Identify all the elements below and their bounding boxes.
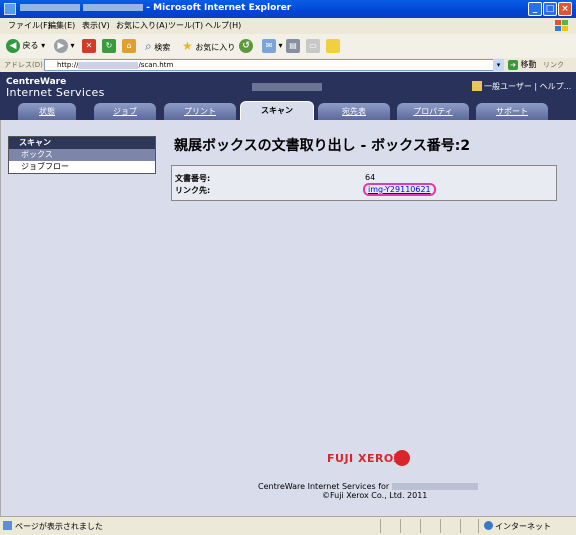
user-icon [472, 81, 482, 91]
tab-properties[interactable]: プロパティ [397, 103, 469, 120]
redacted-device-name [252, 83, 322, 91]
note-icon [326, 38, 340, 53]
search-button[interactable]: ⌕ 検索 [145, 38, 170, 54]
messenger-button[interactable] [326, 38, 340, 54]
menu-view[interactable]: 表示(V) [82, 20, 110, 31]
tab-scan[interactable]: スキャン [240, 101, 314, 120]
links-button[interactable]: リンク [543, 59, 564, 71]
document-info-panel: 文書番号: 64 リンク先: img-Y29110621 [171, 165, 557, 201]
doc-number-value: 64 [365, 173, 376, 182]
security-zone: インターネット [495, 522, 551, 531]
page-icon [3, 521, 12, 530]
star-icon: ★ [182, 39, 193, 53]
forward-button[interactable]: ▶ ▾ [54, 38, 75, 54]
tab-print[interactable]: プリント [164, 103, 236, 120]
refresh-button[interactable]: ↻ [102, 38, 116, 54]
status-message: ページが表示されました [15, 522, 103, 531]
status-divider [380, 519, 381, 533]
edit-icon: ▭ [306, 38, 320, 53]
menu-file[interactable]: ファイル(F) [8, 20, 51, 31]
redacted-text [20, 4, 80, 11]
footer-product-line: CentreWare Internet Services for [258, 482, 478, 491]
fuji-xerox-logo: FUJI XEROX [327, 452, 403, 465]
mail-icon: ✉ [262, 38, 276, 53]
address-label: アドレス(D) [4, 61, 43, 69]
stop-button[interactable]: ✕ [82, 38, 96, 54]
menu-favorites[interactable]: お気に入り(A) [116, 20, 168, 31]
document-link[interactable]: img-Y29110621 [363, 183, 436, 196]
close-button[interactable]: × [558, 2, 572, 16]
toolbar: ◀ 戻る ▾ ▶ ▾ ✕ ↻ ⌂ ⌕ 検索 ★ お気に入り ↺ ✉ ▾ ▤ ▭ [0, 34, 576, 59]
status-divider [440, 519, 441, 533]
print-icon: ▤ [286, 38, 300, 53]
window-titlebar[interactable]: - Microsoft Internet Explorer _ □ × [0, 0, 576, 18]
xerox-sphere-icon [394, 450, 410, 466]
tab-address-book[interactable]: 宛先表 [318, 103, 390, 120]
tab-jobs[interactable]: ジョブ [94, 103, 156, 120]
tab-support[interactable]: サポート [476, 103, 548, 120]
go-button[interactable]: ➔ 移動 [508, 59, 537, 71]
edit-button[interactable]: ▭ [306, 38, 320, 54]
link-label: リンク先: [175, 186, 211, 195]
status-bar: ページが表示されました インターネット [0, 516, 576, 535]
status-divider [460, 519, 461, 533]
windows-logo-icon [555, 20, 568, 31]
menu-help[interactable]: ヘルプ(H) [205, 20, 241, 31]
stop-icon: ✕ [82, 38, 96, 53]
back-arrow-icon: ◀ [6, 38, 20, 53]
status-divider [478, 519, 479, 533]
sidebar-heading: スキャン [9, 137, 155, 149]
logo-line2: Internet Services [6, 86, 105, 99]
tab-status[interactable]: 状態 [18, 103, 76, 120]
user-help-link[interactable]: 一般ユーザー | ヘルプ... [484, 81, 571, 92]
sidebar-menu: スキャン ボックス ジョブフロー [8, 136, 156, 174]
page-title: 親展ボックスの文書取り出し - ボックス番号:2 [174, 138, 471, 154]
redacted-text [83, 4, 144, 11]
home-button[interactable]: ⌂ [122, 38, 136, 54]
address-input[interactable]: http:///scan.htm [44, 59, 504, 71]
menu-edit[interactable]: 編集(E) [48, 20, 75, 31]
sidebar-item-box[interactable]: ボックス [9, 149, 155, 161]
minimize-button[interactable]: _ [528, 2, 542, 16]
go-arrow-icon: ➔ [508, 59, 518, 70]
redacted-text [391, 483, 478, 490]
status-divider [420, 519, 421, 533]
address-bar: アドレス(D) http:///scan.htm ▾ ➔ 移動 リンク [0, 58, 576, 73]
menu-bar: ファイル(F) 編集(E) 表示(V) お気に入り(A) ツール(T) ヘルプ(… [0, 18, 576, 35]
home-icon: ⌂ [122, 38, 136, 53]
back-button[interactable]: ◀ 戻る ▾ [6, 38, 45, 54]
refresh-icon: ↻ [102, 38, 116, 53]
address-dropdown-button[interactable]: ▾ [493, 59, 504, 71]
maximize-button[interactable]: □ [543, 2, 557, 16]
status-divider [400, 519, 401, 533]
doc-number-label: 文書番号: [175, 174, 211, 183]
print-button[interactable]: ▤ [286, 38, 300, 54]
favorites-button[interactable]: ★ お気に入り [182, 38, 235, 54]
internet-zone-icon [484, 521, 493, 530]
window-title: - Microsoft Internet Explorer [20, 3, 291, 13]
menu-tools[interactable]: ツール(T) [168, 20, 203, 31]
mail-button[interactable]: ✉ ▾ [262, 38, 283, 54]
redacted-text [78, 61, 139, 69]
history-button[interactable]: ↺ [239, 38, 253, 54]
sidebar-item-jobflow[interactable]: ジョブフロー [9, 161, 155, 173]
forward-arrow-icon: ▶ [54, 38, 68, 53]
history-icon: ↺ [239, 38, 253, 53]
search-icon: ⌕ [145, 39, 152, 53]
ie-icon [4, 3, 16, 15]
footer-copyright: ©Fuji Xerox Co., Ltd. 2011 [322, 491, 428, 500]
